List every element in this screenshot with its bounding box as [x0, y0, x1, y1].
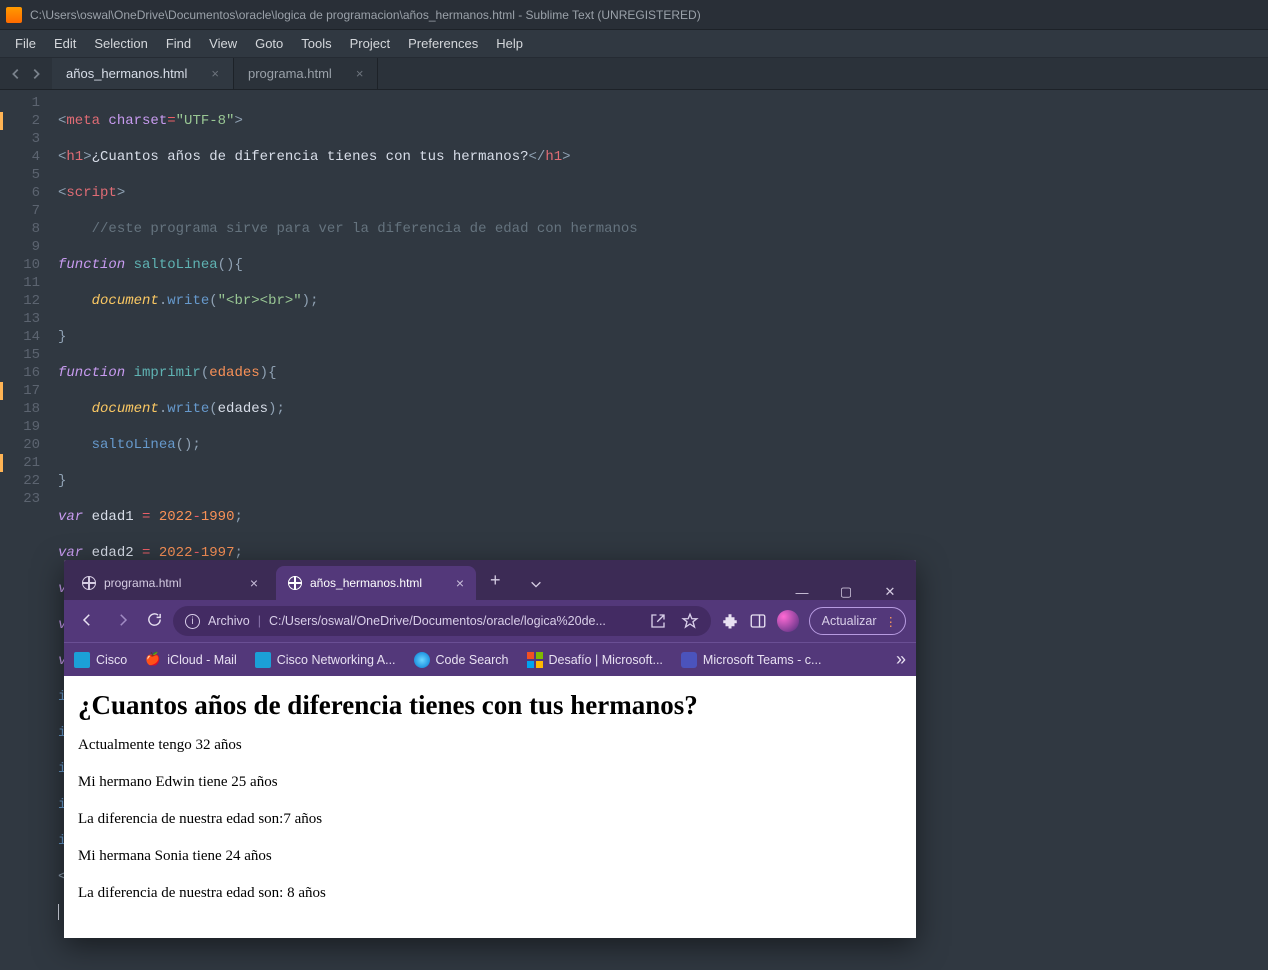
modified-marker [0, 454, 3, 472]
browser-tab-label: años_hermanos.html [310, 576, 422, 590]
browser-tab-anos[interactable]: años_hermanos.html × [276, 566, 476, 600]
modified-marker [0, 382, 3, 400]
menu-file[interactable]: File [6, 32, 45, 55]
line-number: 6 [0, 184, 40, 202]
line-number: 12 [0, 292, 40, 310]
nav-fwd-icon[interactable] [29, 67, 43, 81]
menu-help[interactable]: Help [487, 32, 532, 55]
line-number: 14 [0, 328, 40, 346]
line-number: 5 [0, 166, 40, 184]
tab-close-icon[interactable]: × [356, 66, 364, 81]
line-number: 1 [0, 94, 40, 112]
sublime-titlebar: C:\Users\oswal\OneDrive\Documentos\oracl… [0, 0, 1268, 30]
new-tab-button[interactable]: + [476, 570, 515, 591]
tab-close-icon[interactable]: × [211, 66, 219, 81]
tab-search-icon[interactable] [529, 577, 543, 600]
line-number: 18 [0, 400, 40, 418]
sidepanel-icon[interactable] [749, 612, 767, 630]
sublime-tabrow: años_hermanos.html × programa.html × [0, 58, 1268, 90]
line-number: 4 [0, 148, 40, 166]
address-bar[interactable]: i Archivo | C:/Users/oswal/OneDrive/Docu… [173, 606, 711, 636]
line-number: 19 [0, 418, 40, 436]
browser-window: programa.html × años_hermanos.html × + —… [64, 560, 916, 938]
menu-selection[interactable]: Selection [85, 32, 156, 55]
url-text: C:/Users/oswal/OneDrive/Documentos/oracl… [269, 614, 635, 628]
line-number-gutter: 1 2 3 4 5 6 7 8 9 10 11 12 13 14 15 16 1… [0, 90, 50, 970]
menu-find[interactable]: Find [157, 32, 200, 55]
reload-button[interactable] [146, 611, 163, 631]
forward-button[interactable] [110, 611, 136, 632]
bookmarks-overflow-icon[interactable]: » [896, 649, 906, 670]
page-line: La diferencia de nuestra edad son:7 años [78, 811, 902, 828]
sublime-title: C:\Users\oswal\OneDrive\Documentos\oracl… [30, 8, 701, 22]
bookmark-codesearch[interactable]: Code Search [414, 652, 509, 668]
maximize-icon[interactable]: ▢ [824, 584, 868, 600]
page-line: Mi hermana Sonia tiene 24 años [78, 848, 902, 865]
line-number: 11 [0, 274, 40, 292]
star-icon[interactable] [681, 612, 699, 630]
bookmarks-bar: Cisco 🍎iCloud - Mail Cisco Networking A.… [64, 642, 916, 676]
nav-back-icon[interactable] [9, 67, 23, 81]
close-icon[interactable]: ✕ [868, 584, 912, 600]
sublime-app-icon [6, 7, 22, 23]
line-number: 10 [0, 256, 40, 274]
tab-label: años_hermanos.html [66, 66, 187, 81]
line-number: 15 [0, 346, 40, 364]
bookmark-icloud[interactable]: 🍎iCloud - Mail [145, 652, 236, 668]
line-number: 7 [0, 202, 40, 220]
globe-icon [288, 576, 302, 590]
update-label: Actualizar [822, 614, 877, 628]
tab-close-icon[interactable]: × [238, 575, 258, 591]
browser-tab-label: programa.html [104, 576, 181, 590]
line-number: 3 [0, 130, 40, 148]
update-button[interactable]: Actualizar ⋮ [809, 607, 906, 635]
page-heading: ¿Cuantos años de diferencia tienes con t… [78, 690, 902, 721]
browser-page: ¿Cuantos años de diferencia tienes con t… [64, 676, 916, 938]
profile-avatar[interactable] [777, 610, 799, 632]
sublime-menubar: File Edit Selection Find View Goto Tools… [0, 30, 1268, 58]
line-number: 17 [0, 382, 40, 400]
line-number: 21 [0, 454, 40, 472]
line-number: 9 [0, 238, 40, 256]
info-icon[interactable]: i [185, 614, 200, 629]
text-cursor [58, 904, 59, 920]
menu-goto[interactable]: Goto [246, 32, 292, 55]
menu-view[interactable]: View [200, 32, 246, 55]
back-button[interactable] [74, 611, 100, 632]
tab-close-icon[interactable]: × [444, 575, 464, 591]
tab-label: programa.html [248, 66, 332, 81]
url-scheme-label: Archivo [208, 614, 250, 628]
minimize-icon[interactable]: — [780, 585, 824, 600]
tab-anos-hermanos[interactable]: años_hermanos.html × [52, 58, 234, 89]
bookmark-cisco-net[interactable]: Cisco Networking A... [255, 652, 396, 668]
browser-tabstrip: programa.html × años_hermanos.html × + —… [64, 560, 916, 600]
line-number: 16 [0, 364, 40, 382]
bookmark-teams[interactable]: Microsoft Teams - c... [681, 652, 822, 668]
page-line: Mi hermano Edwin tiene 25 años [78, 774, 902, 791]
menu-project[interactable]: Project [341, 32, 399, 55]
browser-toolbar: i Archivo | C:/Users/oswal/OneDrive/Docu… [64, 600, 916, 642]
bookmark-desafio[interactable]: Desafío | Microsoft... [527, 652, 663, 668]
sublime-nav-arrows [0, 58, 52, 89]
page-line: Actualmente tengo 32 años [78, 737, 902, 754]
line-number: 13 [0, 310, 40, 328]
line-number: 20 [0, 436, 40, 454]
line-number: 2 [0, 112, 40, 130]
menu-dots-icon[interactable]: ⋮ [885, 614, 900, 629]
menu-preferences[interactable]: Preferences [399, 32, 487, 55]
line-number: 8 [0, 220, 40, 238]
line-number: 22 [0, 472, 40, 490]
menu-tools[interactable]: Tools [292, 32, 340, 55]
bookmark-cisco[interactable]: Cisco [74, 652, 127, 668]
page-line: La diferencia de nuestra edad son: 8 año… [78, 885, 902, 902]
tab-programa[interactable]: programa.html × [234, 58, 378, 89]
share-icon[interactable] [649, 612, 667, 630]
window-controls: — ▢ ✕ [780, 584, 916, 600]
extensions-icon[interactable] [721, 612, 739, 630]
globe-icon [82, 576, 96, 590]
line-number: 23 [0, 490, 40, 508]
modified-marker [0, 112, 3, 130]
browser-tab-programa[interactable]: programa.html × [70, 566, 270, 600]
menu-edit[interactable]: Edit [45, 32, 85, 55]
